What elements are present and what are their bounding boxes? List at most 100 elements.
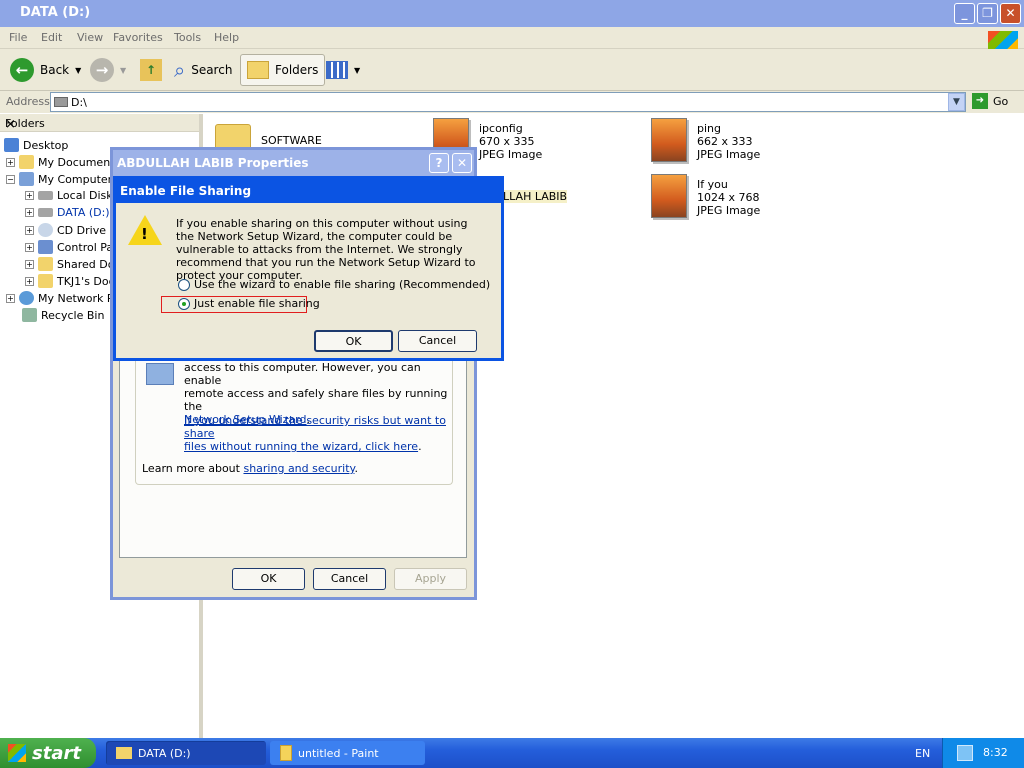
menu-edit[interactable]: Edit (41, 31, 62, 44)
views-icon (326, 61, 348, 79)
expand-icon[interactable]: + (25, 225, 34, 235)
restore-button[interactable]: ❐ (977, 3, 998, 24)
properties-cancel-button[interactable]: Cancel (313, 568, 386, 590)
tree-item-tkj1-documents[interactable]: + TKJ1's Doc (25, 274, 115, 288)
tree-item-local-disk[interactable]: + Local Disk (25, 189, 113, 202)
learn-more-text: Learn more about sharing and security. (142, 462, 358, 475)
network-icon[interactable] (957, 745, 973, 761)
back-button[interactable]: ← Back ▼ (4, 54, 87, 86)
toolbar: ← Back ▼ → ▼ ↑ ⌕ Search Folders ▼ (0, 49, 1024, 91)
system-tray: 8:32 (942, 738, 1024, 768)
menu-bar: File Edit View Favorites Tools Help (0, 27, 1024, 51)
taskbar-item-paint[interactable]: untitled - Paint (270, 741, 425, 765)
help-icon[interactable]: ? (429, 153, 449, 173)
expand-icon[interactable]: + (25, 208, 34, 217)
close-icon[interactable]: ✕ (452, 153, 472, 173)
tree-item-my-documents[interactable]: + My Documents (6, 155, 120, 169)
window-titlebar[interactable]: DATA (D:) _ ❐ ✕ (0, 0, 1024, 27)
back-arrow-icon: ← (10, 58, 34, 82)
efs-cancel-button[interactable]: Cancel (398, 330, 477, 352)
windows-logo-icon (8, 744, 26, 762)
radio-just-enable[interactable]: Just enable file sharing (178, 297, 320, 310)
sharing-tab-panel: access to this computer. However, you ca… (119, 360, 467, 558)
address-value: D:\ (71, 96, 87, 109)
close-icon[interactable]: × (5, 117, 193, 132)
click-here-link[interactable]: If you understand the security risks but… (184, 414, 452, 453)
menu-view[interactable]: View (77, 31, 103, 44)
address-bar: Address D:\ ▼ ➜ Go (0, 91, 1024, 113)
efs-warning-message: If you enable sharing on this computer w… (176, 217, 476, 282)
minimize-button[interactable]: _ (954, 3, 975, 24)
file-abdullah-labib[interactable]: ULLAH LABIB (495, 190, 568, 203)
menu-favorites[interactable]: Favorites (113, 31, 163, 44)
taskbar: start DATA (D:) untitled - Paint EN 8:32 (0, 738, 1024, 768)
go-label: Go (993, 94, 1009, 108)
window-title: DATA (D:) (20, 5, 91, 20)
chevron-down-icon[interactable]: ▼ (75, 66, 81, 75)
go-button[interactable]: ➜ Go (972, 93, 1008, 109)
tree-item-my-network-places[interactable]: + My Network Pl (6, 291, 117, 305)
chevron-down-icon[interactable]: ▼ (354, 66, 360, 75)
properties-ok-button[interactable]: OK (232, 568, 305, 590)
search-label: Search (191, 63, 233, 77)
expand-icon[interactable]: + (6, 157, 15, 167)
taskbar-item-data-d[interactable]: DATA (D:) (106, 741, 266, 765)
file-software[interactable]: SOFTWARE (261, 134, 322, 147)
forward-arrow-icon: → (90, 58, 114, 82)
radio-button-selected[interactable] (178, 297, 190, 310)
efs-dialog-title: Enable File Sharing (120, 184, 252, 198)
tree-item-desktop[interactable]: Desktop (4, 138, 68, 152)
expand-icon[interactable]: + (6, 293, 15, 303)
tree-item-data-d[interactable]: + DATA (D:) (25, 206, 110, 219)
efs-ok-button[interactable]: OK (314, 330, 393, 352)
chevron-down-icon[interactable]: ▼ (120, 66, 126, 75)
menu-file[interactable]: File (9, 31, 27, 44)
tree-item-shared-documents[interactable]: + Shared Do (25, 257, 114, 271)
folder-icon (247, 61, 269, 79)
sharing-and-security-link[interactable]: sharing and security (243, 462, 354, 475)
language-indicator[interactable]: EN (915, 747, 930, 760)
file-ping[interactable]: ping 662 x 333 JPEG Image (697, 122, 760, 161)
properties-dialog-titlebar[interactable]: ABDULLAH LABIB Properties ? ✕ (113, 150, 474, 176)
file-if-you[interactable]: If you 1024 x 768 JPEG Image (697, 178, 760, 217)
folders-label: Folders (275, 63, 319, 77)
properties-apply-button[interactable]: Apply (394, 568, 467, 590)
back-label: Back (40, 63, 70, 77)
drive-icon (54, 97, 68, 107)
expand-icon[interactable]: + (25, 259, 34, 269)
recycle-bin-icon (22, 308, 37, 322)
drive-icon (38, 208, 53, 217)
tree-item-recycle-bin[interactable]: Recycle Bin (22, 308, 104, 322)
address-input[interactable]: D:\ (50, 92, 966, 112)
search-button[interactable]: ⌕ Search (168, 54, 238, 86)
expand-icon[interactable]: + (25, 242, 34, 252)
folders-button[interactable]: Folders (240, 54, 326, 86)
network-users-icon (146, 363, 174, 385)
views-button[interactable]: ▼ (320, 54, 366, 86)
close-button[interactable]: ✕ (1000, 3, 1021, 24)
forward-button[interactable]: → ▼ (84, 54, 132, 86)
radio-use-wizard[interactable]: Use the wizard to enable file sharing (R… (178, 278, 490, 291)
file-ipconfig[interactable]: ipconfig 670 x 335 JPEG Image (479, 122, 542, 161)
expand-icon[interactable]: + (25, 191, 34, 200)
address-dropdown-button[interactable]: ▼ (948, 93, 965, 111)
go-arrow-icon: ➜ (972, 93, 988, 109)
jpeg-image-icon[interactable] (651, 174, 687, 218)
radio-button[interactable] (178, 278, 190, 291)
folder-icon (38, 257, 53, 271)
clock[interactable]: 8:32 (983, 746, 1008, 759)
menu-tools[interactable]: Tools (174, 31, 201, 44)
efs-dialog-titlebar[interactable]: Enable File Sharing (116, 179, 501, 203)
expand-icon[interactable]: + (25, 276, 34, 286)
folder-icon (38, 274, 53, 288)
collapse-icon[interactable]: − (6, 174, 15, 184)
menu-help[interactable]: Help (214, 31, 239, 44)
paint-icon (280, 745, 292, 761)
jpeg-image-icon[interactable] (651, 118, 687, 162)
start-button[interactable]: start (0, 738, 96, 768)
tree-item-control-panel[interactable]: + Control Pa (25, 240, 113, 254)
up-folder-button[interactable]: ↑ (134, 54, 168, 86)
tree-item-cd-drive[interactable]: + CD Drive ( (25, 223, 114, 237)
network-icon (19, 291, 34, 305)
tree-item-my-computer[interactable]: − My Computer (6, 172, 112, 186)
